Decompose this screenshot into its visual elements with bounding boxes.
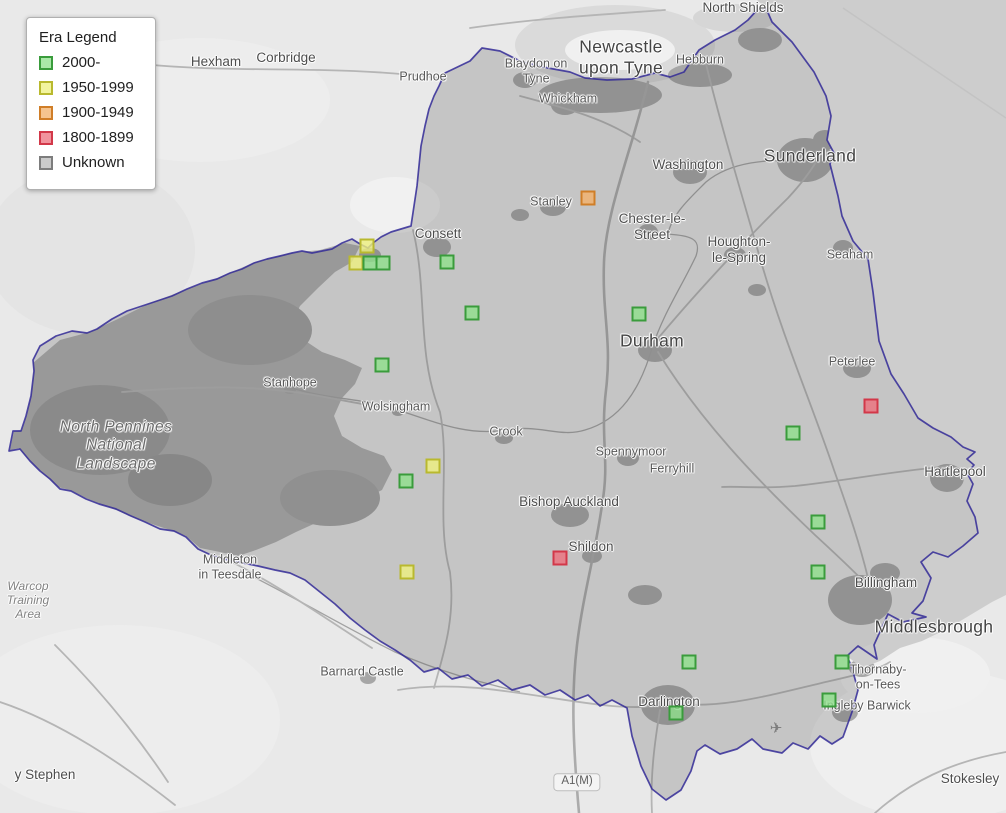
map-marker-era-2000[interactable] — [669, 706, 684, 721]
legend-item: 1800-1899 — [39, 129, 143, 146]
map-marker-era-2000[interactable] — [822, 693, 837, 708]
map-marker-era-2000[interactable] — [376, 256, 391, 271]
map-marker-era-18001899[interactable] — [553, 551, 568, 566]
legend-label: 1800-1899 — [62, 129, 134, 146]
map-marker-era-2000[interactable] — [682, 655, 697, 670]
map-marker-era-18001899[interactable] — [864, 399, 879, 414]
map-canvas[interactable]: North ShieldsNewcastle upon TyneHexhamCo… — [0, 0, 1006, 813]
legend-label: 1900-1949 — [62, 104, 134, 121]
legend-swatch — [39, 106, 53, 120]
legend-label: 1950-1999 — [62, 79, 134, 96]
map-marker-era-2000[interactable] — [465, 306, 480, 321]
map-marker-era-2000[interactable] — [811, 565, 826, 580]
map-marker-era-19501999[interactable] — [349, 256, 364, 271]
map-marker-era-2000[interactable] — [399, 474, 414, 489]
map-marker-era-19501999[interactable] — [400, 565, 415, 580]
map-marker-era-2000[interactable] — [786, 426, 801, 441]
legend-items: 2000- 1950-1999 1900-1949 1800-1899 Unknown — [39, 54, 143, 171]
map-marker-era-19501999[interactable] — [360, 239, 375, 254]
era-legend: Era Legend 2000- 1950-1999 1900-1949 1800-1… — [26, 17, 156, 190]
legend-label: 2000- — [62, 54, 100, 71]
map-marker-era-19501999[interactable] — [426, 459, 441, 474]
legend-item: Unknown — [39, 154, 143, 171]
legend-label: Unknown — [62, 154, 125, 171]
map-marker-era-2000[interactable] — [632, 307, 647, 322]
map-marker-era-2000[interactable] — [440, 255, 455, 270]
legend-item: 1950-1999 — [39, 79, 143, 96]
legend-swatch — [39, 131, 53, 145]
legend-swatch — [39, 56, 53, 70]
legend-item: 2000- — [39, 54, 143, 71]
map-marker-era-19001949[interactable] — [581, 191, 596, 206]
map-marker-era-2000[interactable] — [375, 358, 390, 373]
legend-title: Era Legend — [39, 29, 143, 46]
legend-item: 1900-1949 — [39, 104, 143, 121]
legend-swatch — [39, 156, 53, 170]
map-marker-era-2000[interactable] — [835, 655, 850, 670]
map-marker-era-2000[interactable] — [811, 515, 826, 530]
legend-swatch — [39, 81, 53, 95]
